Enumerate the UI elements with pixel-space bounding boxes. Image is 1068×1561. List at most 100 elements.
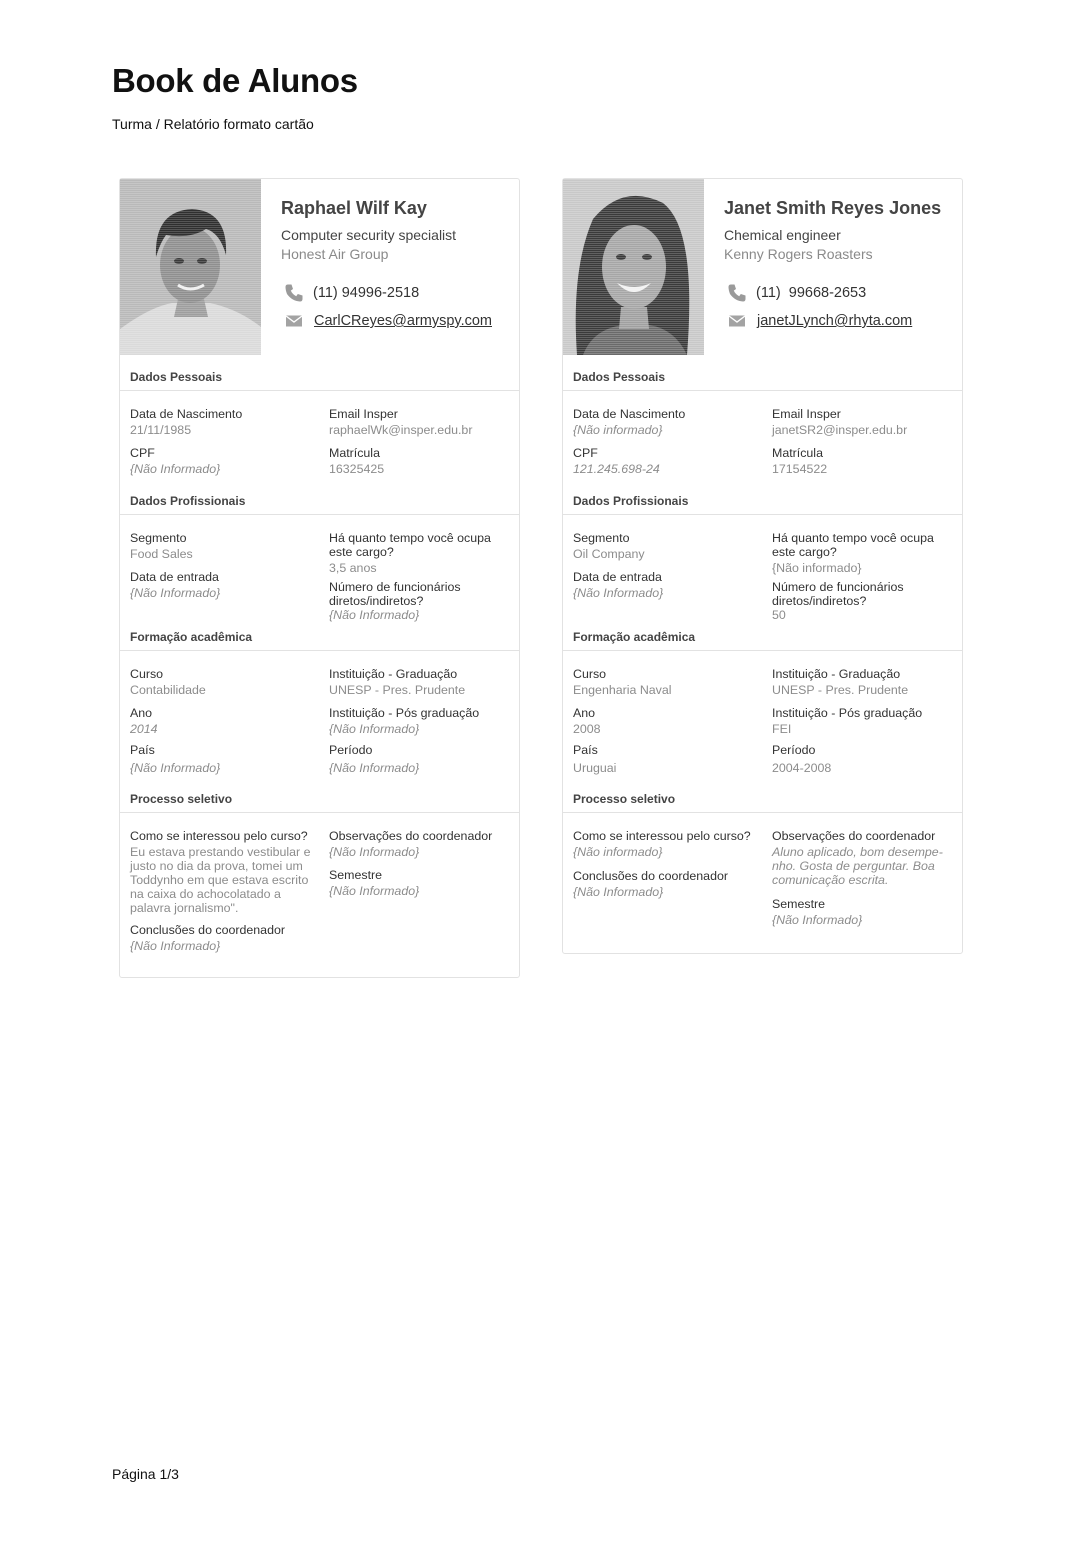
field-label: Segmento (130, 531, 187, 545)
phone-icon (284, 283, 304, 303)
field-value: {Não Informado} (772, 913, 863, 927)
field-value: {Não Informado} (329, 608, 420, 622)
section-formacao: Curso Engenharia Naval Instituição - Gra… (563, 651, 962, 777)
field-value: {Não Informado} (329, 845, 420, 859)
section-title-processo-seletivo: Processo seletivo (563, 777, 962, 813)
mail-icon (284, 311, 304, 331)
phone-icon (727, 283, 747, 303)
field-value: {Não informado} (772, 561, 862, 575)
mail-icon (727, 311, 747, 331)
profile-photo (120, 179, 261, 355)
field-label: CPF (573, 446, 598, 460)
field-value: 121.245.698-24 (573, 462, 660, 476)
field-value: {Não Informado} (329, 761, 420, 775)
field-value: Contabilidade (130, 683, 206, 697)
field-value: Aluno aplicado, bom desempe-nho. Gosta d… (772, 845, 943, 887)
field-label: Como se interessou pelo curso? (573, 829, 751, 843)
field-label: Período (772, 743, 816, 757)
field-value: {Não informado} (573, 845, 663, 859)
field-value: 2008 (573, 722, 601, 736)
field-value: {Não informado} (573, 423, 663, 437)
field-label: Email Insper (772, 407, 841, 421)
field-label: Email Insper (329, 407, 398, 421)
field-value: {Não Informado} (130, 939, 221, 953)
field-label: Data de Nascimento (573, 407, 686, 421)
section-title-processo-seletivo: Processo seletivo (120, 777, 519, 813)
field-label: Segmento (573, 531, 630, 545)
field-value: {Não Informado} (573, 885, 664, 899)
field-value: janetSR2@insper.edu.br (772, 423, 908, 437)
field-label: Observações do coordenador (329, 829, 493, 843)
field-label: Data de entrada (573, 570, 662, 584)
field-value: 3,5 anos (329, 561, 377, 575)
email-link[interactable]: CarlCReyes@armyspy.com (314, 313, 492, 329)
page-footer: Página 1/3 (112, 1466, 179, 1482)
email-link[interactable]: janetJLynch@rhyta.com (757, 313, 912, 329)
field-value: Engenharia Naval (573, 683, 672, 697)
field-label: Número de funcionários diretos/indiretos… (772, 580, 904, 608)
section-formacao: Curso Contabilidade Instituição - Gradua… (120, 651, 519, 777)
section-title-dados-profissionais: Dados Profissionais (120, 479, 519, 515)
field-label: Há quanto tempo você ocupa este cargo? (772, 531, 934, 559)
field-label: Ano (573, 706, 596, 720)
phone-number: (11) 94996-2518 (313, 285, 420, 301)
field-label: Há quanto tempo você ocupa este cargo? (329, 531, 491, 559)
field-value: {Não Informado} (130, 761, 221, 775)
section-dados-pessoais: Data de Nascimento 21/11/1985 Email Insp… (120, 391, 519, 479)
section-dados-profissionais: Segmento Food Sales Data de entrada {Não… (120, 515, 519, 622)
field-value: Uruguai (573, 761, 617, 775)
field-value: UNESP - Pres. Prudente (329, 683, 466, 697)
company-name: Honest Air Group (281, 246, 389, 262)
field-value: 17154522 (772, 462, 828, 476)
page-title: Book de Alunos (112, 62, 358, 99)
section-title-dados-pessoais: Dados Pessoais (563, 355, 962, 391)
field-label: Conclusões do coordenador (573, 869, 728, 883)
field-label: País (130, 743, 155, 757)
company-name: Kenny Rogers Roasters (724, 246, 873, 262)
field-value: 16325425 (329, 462, 385, 476)
student-card: Raphael Wilf Kay Computer security speci… (119, 178, 520, 978)
job-title: Chemical engineer (724, 227, 841, 243)
field-label: País (573, 743, 598, 757)
field-label: Instituição - Graduação (772, 667, 901, 681)
field-value: 2004-2008 (772, 761, 832, 775)
section-processo-seletivo: Como se interessou pelo curso? Eu estava… (120, 813, 519, 977)
phone-row: (11) 99668-2653 (727, 283, 866, 303)
job-title: Computer security specialist (281, 227, 457, 243)
field-label: Curso (130, 667, 164, 681)
field-label: Curso (573, 667, 607, 681)
phone-row: (11) 94996-2518 (284, 283, 419, 303)
field-value: {Não Informado} (573, 586, 664, 600)
field-label: Data de Nascimento (130, 407, 243, 421)
field-value: 2014 (130, 722, 158, 736)
field-value: {Não Informado} (329, 722, 420, 736)
field-label: Observações do coordenador (772, 829, 936, 843)
field-value: 50 (772, 608, 786, 622)
section-title-dados-pessoais: Dados Pessoais (120, 355, 519, 391)
profile-photo (563, 179, 704, 355)
field-label: Período (329, 743, 373, 757)
page-subtitle: Turma / Relatório formato cartão (112, 116, 314, 132)
field-label: Ano (130, 706, 153, 720)
field-value: {Não Informado} (130, 586, 221, 600)
email-row: CarlCReyes@armyspy.com (284, 311, 492, 331)
student-name: Raphael Wilf Kay (281, 198, 427, 218)
card-header: Janet Smith Reyes Jones Chemical enginee… (563, 179, 962, 355)
field-value: Food Sales (130, 547, 193, 561)
field-value: {Não Informado} (329, 884, 420, 898)
field-label: Semestre (772, 897, 826, 911)
section-processo-seletivo: Como se interessou pelo curso? {Não info… (563, 813, 962, 953)
phone-number: (11) 99668-2653 (756, 285, 867, 301)
field-label: Como se interessou pelo curso? (130, 829, 308, 843)
field-label: Conclusões do coordenador (130, 923, 285, 937)
field-label: CPF (130, 446, 155, 460)
card-header: Raphael Wilf Kay Computer security speci… (120, 179, 519, 355)
section-title-dados-profissionais: Dados Profissionais (563, 479, 962, 515)
field-value: FEI (772, 722, 792, 736)
field-value: 21/11/1985 (130, 423, 192, 437)
field-label: Número de funcionários diretos/indiretos… (329, 580, 461, 608)
field-value: Eu estava prestando vestibular e justo n… (130, 845, 311, 915)
section-dados-pessoais: Data de Nascimento {Não informado} Email… (563, 391, 962, 479)
field-value: {Não Informado} (130, 462, 221, 476)
field-label: Matrícula (772, 446, 823, 460)
